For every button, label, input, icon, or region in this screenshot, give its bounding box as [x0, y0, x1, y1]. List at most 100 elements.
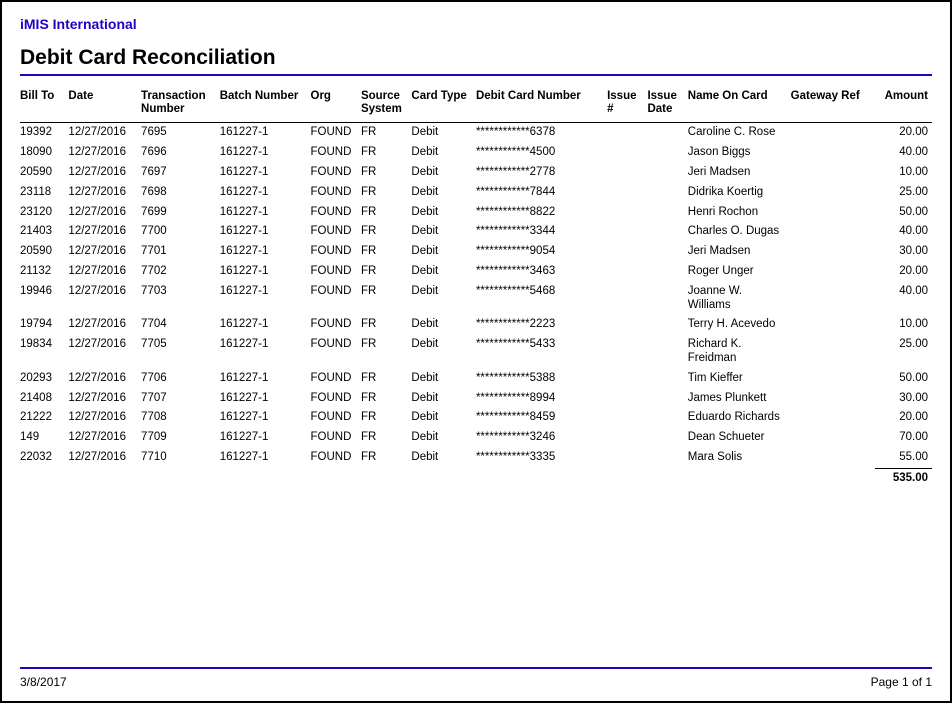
cell-gateway-ref	[791, 222, 876, 242]
title-rule	[20, 74, 932, 76]
cell-name-on-card: James Plunkett	[688, 389, 791, 409]
cell-date: 12/27/2016	[68, 389, 141, 409]
cell-amount: 10.00	[875, 163, 932, 183]
cell-source-system: FR	[361, 242, 411, 262]
total-amount: 535.00	[875, 468, 932, 488]
cell-issue-num	[607, 315, 647, 335]
cell-txn-number: 7710	[141, 448, 220, 468]
cell-batch-number: 161227-1	[220, 389, 311, 409]
cell-debit-card-number: ************8822	[476, 203, 607, 223]
cell-source-system: FR	[361, 389, 411, 409]
cell-source-system: FR	[361, 408, 411, 428]
cell-bill-to: 19834	[20, 335, 68, 369]
cell-txn-number: 7698	[141, 183, 220, 203]
cell-batch-number: 161227-1	[220, 183, 311, 203]
cell-card-type: Debit	[411, 143, 476, 163]
cell-bill-to: 18090	[20, 143, 68, 163]
cell-issue-date	[647, 262, 687, 282]
cell-name-on-card: Charles O. Dugas	[688, 222, 791, 242]
cell-bill-to: 20590	[20, 163, 68, 183]
cell-amount: 50.00	[875, 203, 932, 223]
cell-batch-number: 161227-1	[220, 143, 311, 163]
table-row: 2203212/27/20167710161227-1FOUNDFRDebit*…	[20, 448, 932, 468]
cell-bill-to: 21132	[20, 262, 68, 282]
cell-name-on-card: Henri Rochon	[688, 203, 791, 223]
cell-date: 12/27/2016	[68, 203, 141, 223]
cell-txn-number: 7705	[141, 335, 220, 369]
cell-bill-to: 19392	[20, 123, 68, 143]
cell-card-type: Debit	[411, 222, 476, 242]
cell-amount: 40.00	[875, 222, 932, 242]
report-table: Bill To Date Transaction Number Batch Nu…	[20, 86, 932, 489]
cell-issue-num	[607, 143, 647, 163]
table-row: 1994612/27/20167703161227-1FOUNDFRDebit*…	[20, 282, 932, 316]
cell-card-type: Debit	[411, 389, 476, 409]
cell-txn-number: 7708	[141, 408, 220, 428]
cell-org: FOUND	[311, 222, 361, 242]
cell-issue-date	[647, 389, 687, 409]
cell-debit-card-number: ************3344	[476, 222, 607, 242]
table-row: 2122212/27/20167708161227-1FOUNDFRDebit*…	[20, 408, 932, 428]
cell-date: 12/27/2016	[68, 448, 141, 468]
table-row: 1809012/27/20167696161227-1FOUNDFRDebit*…	[20, 143, 932, 163]
cell-txn-number: 7702	[141, 262, 220, 282]
cell-batch-number: 161227-1	[220, 335, 311, 369]
cell-date: 12/27/2016	[68, 335, 141, 369]
table-row: 2113212/27/20167702161227-1FOUNDFRDebit*…	[20, 262, 932, 282]
cell-issue-num	[607, 282, 647, 316]
report-title: Debit Card Reconciliation	[20, 46, 932, 70]
cell-txn-number: 7706	[141, 369, 220, 389]
cell-source-system: FR	[361, 282, 411, 316]
cell-card-type: Debit	[411, 282, 476, 316]
cell-bill-to: 23118	[20, 183, 68, 203]
cell-issue-date	[647, 408, 687, 428]
cell-batch-number: 161227-1	[220, 163, 311, 183]
cell-gateway-ref	[791, 143, 876, 163]
cell-debit-card-number: ************3246	[476, 428, 607, 448]
cell-txn-number: 7704	[141, 315, 220, 335]
cell-issue-num	[607, 242, 647, 262]
cell-batch-number: 161227-1	[220, 262, 311, 282]
cell-name-on-card: Eduardo Richards	[688, 408, 791, 428]
cell-org: FOUND	[311, 448, 361, 468]
cell-gateway-ref	[791, 448, 876, 468]
cell-issue-num	[607, 448, 647, 468]
col-batch-number: Batch Number	[220, 86, 311, 123]
cell-org: FOUND	[311, 315, 361, 335]
cell-debit-card-number: ************3463	[476, 262, 607, 282]
cell-issue-date	[647, 222, 687, 242]
report-footer: 3/8/2017 Page 1 of 1	[20, 667, 932, 689]
cell-name-on-card: Mara Solis	[688, 448, 791, 468]
cell-batch-number: 161227-1	[220, 282, 311, 316]
cell-bill-to: 23120	[20, 203, 68, 223]
col-debit-card-number: Debit Card Number	[476, 86, 607, 123]
cell-batch-number: 161227-1	[220, 448, 311, 468]
cell-source-system: FR	[361, 183, 411, 203]
cell-name-on-card: Jason Biggs	[688, 143, 791, 163]
cell-date: 12/27/2016	[68, 222, 141, 242]
cell-date: 12/27/2016	[68, 242, 141, 262]
cell-card-type: Debit	[411, 448, 476, 468]
cell-gateway-ref	[791, 389, 876, 409]
cell-name-on-card: Joanne W. Williams	[688, 282, 791, 316]
cell-batch-number: 161227-1	[220, 428, 311, 448]
cell-card-type: Debit	[411, 203, 476, 223]
cell-org: FOUND	[311, 143, 361, 163]
cell-source-system: FR	[361, 203, 411, 223]
col-amount: Amount	[875, 86, 932, 123]
cell-issue-date	[647, 143, 687, 163]
cell-gateway-ref	[791, 123, 876, 143]
table-row: 2059012/27/20167701161227-1FOUNDFRDebit*…	[20, 242, 932, 262]
table-row: 14912/27/20167709161227-1FOUNDFRDebit***…	[20, 428, 932, 448]
cell-issue-num	[607, 203, 647, 223]
table-header: Bill To Date Transaction Number Batch Nu…	[20, 86, 932, 123]
col-name-on-card: Name On Card	[688, 86, 791, 123]
cell-debit-card-number: ************5433	[476, 335, 607, 369]
cell-amount: 55.00	[875, 448, 932, 468]
cell-card-type: Debit	[411, 335, 476, 369]
cell-name-on-card: Didrika Koertig	[688, 183, 791, 203]
cell-gateway-ref	[791, 203, 876, 223]
cell-card-type: Debit	[411, 262, 476, 282]
cell-source-system: FR	[361, 143, 411, 163]
cell-date: 12/27/2016	[68, 262, 141, 282]
